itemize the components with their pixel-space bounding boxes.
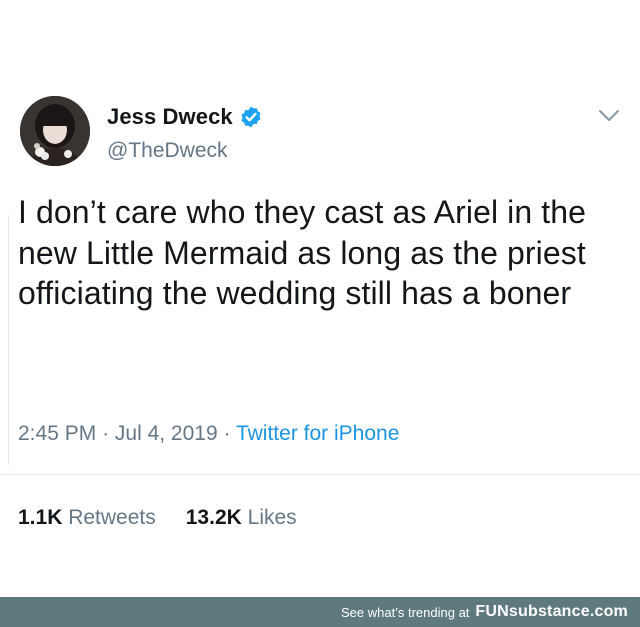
tweet-source-link[interactable]: Twitter for iPhone <box>236 422 399 445</box>
likes-count: 13.2K <box>185 506 242 529</box>
verified-badge-icon <box>241 106 261 128</box>
tweet-meta: 2:45 PM · Jul 4, 2019 · Twitter for iPho… <box>18 422 399 446</box>
meta-separator: · <box>223 422 231 445</box>
tweet-date[interactable]: Jul 4, 2019 <box>115 422 218 445</box>
retweets-label: Retweets <box>68 506 156 529</box>
retweets-count: 1.1K <box>18 506 63 529</box>
avatar[interactable] <box>20 96 90 166</box>
tweet-stats: 1.1K Retweets 13.2K Likes <box>18 506 297 530</box>
author-name[interactable]: Jess Dweck <box>107 104 233 130</box>
footer-trending-text: See what’s trending at <box>341 604 470 620</box>
retweets-stat[interactable]: 1.1K Retweets <box>18 506 156 529</box>
likes-stat[interactable]: 13.2K Likes <box>186 506 297 529</box>
chevron-down-icon[interactable] <box>598 109 620 123</box>
author-row: Jess Dweck <box>107 104 263 130</box>
meta-separator: · <box>102 422 110 445</box>
watermark-footer: See what’s trending at FUNsubstance.com <box>0 597 640 627</box>
tweet-card: Jess Dweck @TheDweck I don’t care who th… <box>0 0 640 597</box>
author-handle[interactable]: @TheDweck <box>107 139 228 163</box>
divider <box>0 474 640 475</box>
footer-brand[interactable]: FUNsubstance.com <box>475 603 628 621</box>
tweet-time[interactable]: 2:45 PM <box>18 422 96 445</box>
edge-line <box>8 215 9 465</box>
tweet-text: I don’t care who they cast as Ariel in t… <box>18 194 587 311</box>
likes-label: Likes <box>247 506 297 529</box>
